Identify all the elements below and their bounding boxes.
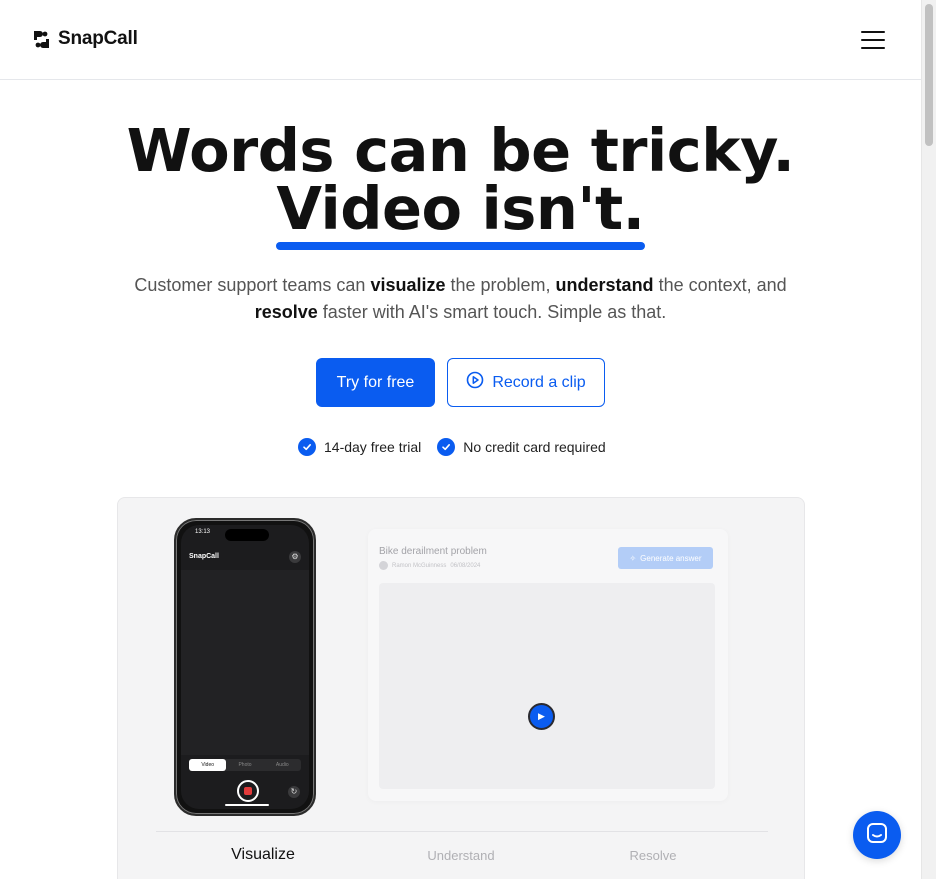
check-circle-icon (298, 438, 316, 456)
demo-tabs: Visualize Understand Resolve (156, 846, 768, 864)
phone-time: 13:13 (195, 529, 211, 535)
product-demo: 13:13 SnapCall ⚙ Video Photo Audio ↻ Bik… (117, 497, 805, 879)
logo-text: SnapCall (58, 28, 138, 49)
page-scrollbar[interactable] (921, 0, 936, 879)
chat-bubble-icon (865, 821, 889, 850)
hero-title: Words can be tricky. Video isn't. (0, 121, 921, 250)
avatar (379, 561, 388, 570)
phone-app-logo: SnapCall (189, 553, 219, 560)
recording-author: Ramon McGuinness (392, 562, 447, 569)
subtitle-emphasis-resolve: resolve (254, 302, 318, 322)
play-icon[interactable]: ▶ (528, 703, 555, 730)
subtitle-text: the problem, (445, 275, 556, 295)
tab-visualize[interactable]: Visualize (156, 846, 370, 864)
phone-tab-video: Video (189, 759, 227, 771)
subtitle-text: faster with AI's smart touch. Simple as … (317, 302, 667, 322)
snapcall-logo-icon (32, 30, 51, 49)
phone-dynamic-island (225, 529, 269, 541)
recording-title: Bike derailment problem (379, 546, 487, 557)
recording-card: Bike derailment problem Ramon McGuinness… (368, 529, 728, 801)
check-circle-icon (437, 438, 456, 456)
generate-answer-button: ✧ Generate answer (618, 547, 713, 569)
record-a-clip-label: Record a clip (492, 373, 586, 391)
record-icon (237, 780, 259, 802)
trial-features: 14-day free trial No credit card require… (298, 438, 606, 456)
site-header: SnapCall (0, 0, 921, 80)
record-a-clip-button[interactable]: Record a clip (447, 358, 605, 407)
sparkle-icon: ✧ (629, 553, 637, 563)
logo[interactable]: SnapCall (32, 28, 138, 50)
feature-label: 14-day free trial (324, 439, 422, 455)
phone-mockup: 13:13 SnapCall ⚙ Video Photo Audio ↻ (174, 518, 316, 816)
gear-icon: ⚙ (289, 551, 301, 563)
demo-tabs-divider (156, 831, 768, 832)
recording-meta: Ramon McGuinness 06/08/2024 (379, 561, 480, 570)
feature-no-credit-card: No credit card required (437, 438, 606, 456)
hamburger-menu-icon[interactable] (858, 28, 888, 52)
phone-tab-photo: Photo (238, 762, 252, 768)
feature-label: No credit card required (463, 439, 606, 455)
chat-launcher-button[interactable] (853, 811, 901, 859)
phone-home-indicator (225, 804, 269, 806)
hero-title-line2: Video isn't. (276, 174, 645, 250)
try-for-free-button[interactable]: Try for free (316, 358, 435, 407)
subtitle-text: Customer support teams can (134, 275, 371, 295)
generate-answer-label: Generate answer (640, 553, 702, 563)
play-circle-icon (466, 371, 484, 394)
recording-date: 06/08/2024 (450, 562, 481, 569)
recording-video (379, 583, 715, 789)
scrollbar-thumb[interactable] (925, 4, 933, 146)
subtitle-emphasis-understand: understand (555, 275, 654, 295)
phone-mode-tabs: Video Photo Audio (189, 759, 301, 771)
subtitle-emphasis-visualize: visualize (370, 275, 446, 295)
feature-free-trial: 14-day free trial (298, 438, 421, 456)
refresh-icon: ↻ (288, 786, 300, 798)
tab-understand[interactable]: Understand (370, 846, 552, 864)
phone-screen: 13:13 SnapCall ⚙ Video Photo Audio ↻ (181, 525, 309, 809)
phone-tab-audio: Audio (275, 762, 289, 768)
hero-subtitle: Customer support teams can visualize the… (110, 272, 811, 326)
cta-row: Try for free Record a clip (316, 358, 605, 407)
phone-camera-view (181, 570, 309, 755)
tab-resolve[interactable]: Resolve (552, 846, 754, 864)
subtitle-text: the context, and (653, 275, 787, 295)
